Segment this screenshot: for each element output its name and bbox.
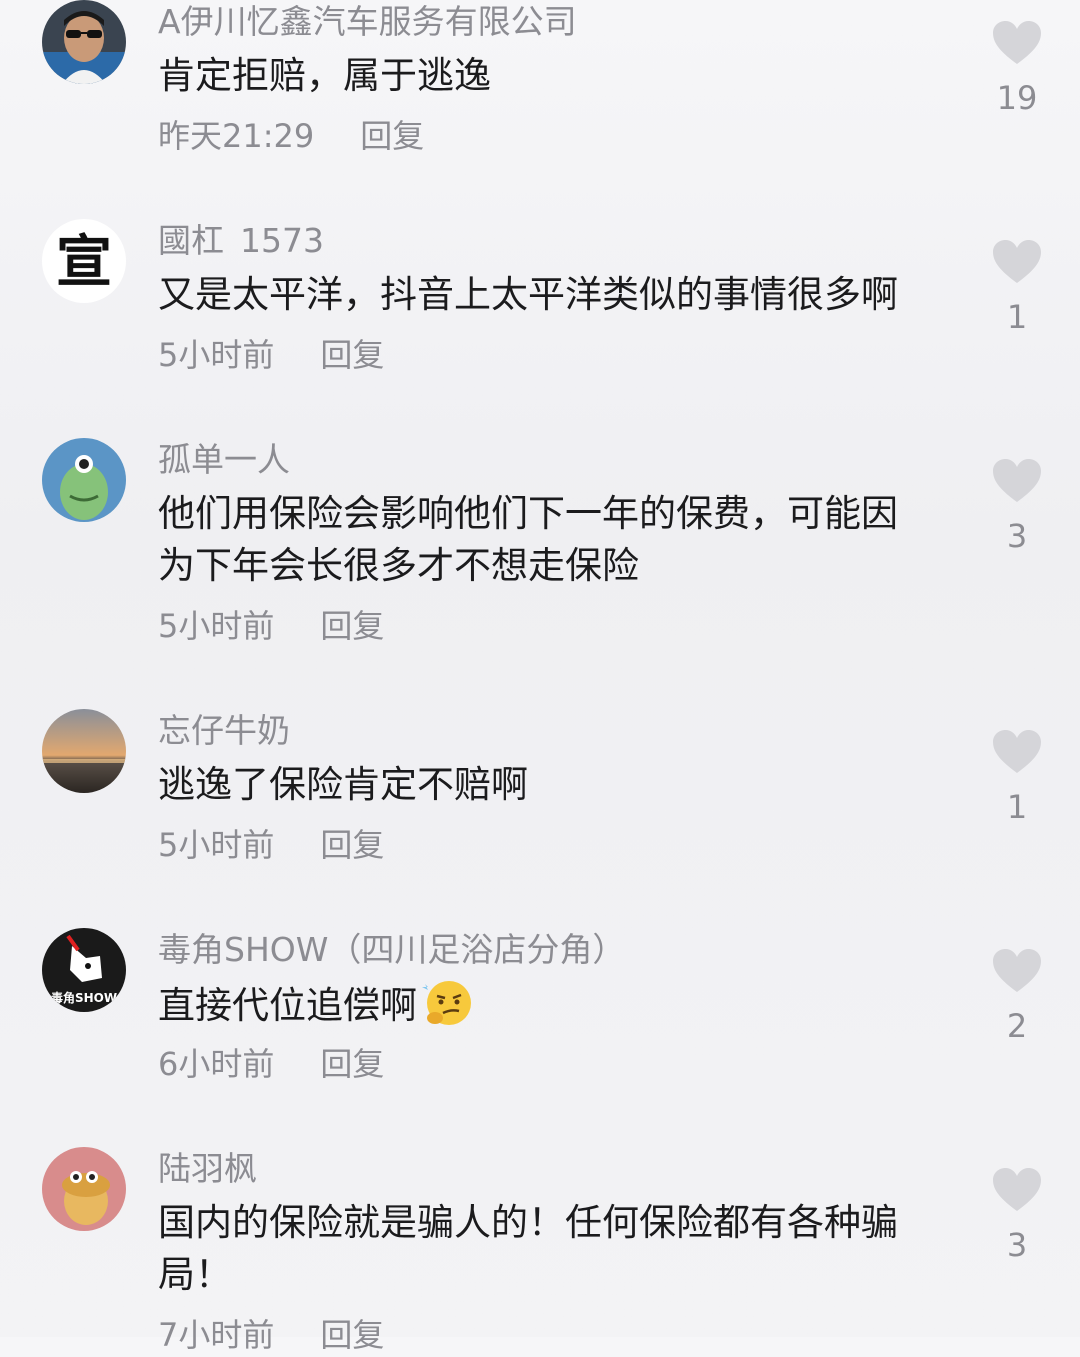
thinking-smirk-emoji: [422, 981, 471, 1025]
user-badge: 1573: [240, 221, 324, 260]
timestamp: 5小时前: [158, 336, 275, 374]
comment-meta: 5小时前 回复: [158, 823, 384, 867]
like-button[interactable]: 2: [986, 948, 1048, 1046]
reply-button[interactable]: 回复: [320, 1316, 384, 1354]
avatar-character: 宣: [56, 229, 112, 295]
like-count: 2: [1006, 1007, 1028, 1045]
like-button[interactable]: 19: [986, 20, 1048, 118]
avatar[interactable]: [42, 438, 126, 522]
username-text[interactable]: A伊川忆鑫汽车服务有限公司: [158, 2, 577, 41]
like-count: 3: [1006, 1226, 1028, 1264]
like-count: 19: [996, 79, 1038, 117]
username[interactable]: 毒角SHOW（四川足浴店分角）: [158, 928, 625, 972]
reply-button[interactable]: 回复: [320, 1045, 384, 1083]
like-button[interactable]: 3: [986, 458, 1048, 556]
avatar[interactable]: [42, 1147, 126, 1231]
comment-meta: 5小时前 回复: [158, 604, 384, 648]
username-text[interactable]: 國杠: [158, 221, 224, 260]
avatar[interactable]: [42, 0, 126, 84]
reply-button[interactable]: 回复: [320, 607, 384, 645]
like-button[interactable]: 1: [986, 239, 1048, 337]
avatar-bread-cartoon: [42, 1147, 126, 1231]
comment-meta: 7小时前 回复: [158, 1313, 384, 1357]
comment-text-line: 为下年会长很多才不想走保险: [158, 544, 639, 587]
avatar-sunset-photo: [42, 709, 126, 793]
timestamp: 5小时前: [158, 607, 275, 645]
comment-text-line: 他们用保险会影响他们下一年的保费，可能因: [158, 492, 898, 535]
heart-icon: [993, 459, 1041, 502]
heart-icon: [993, 949, 1041, 992]
username-text[interactable]: 忘仔牛奶: [158, 711, 290, 750]
timestamp: 5小时前: [158, 826, 275, 864]
comment-text-line: 又是太平洋，抖音上太平洋类似的事情很多啊: [158, 273, 898, 316]
username[interactable]: 陆羽枫: [158, 1147, 257, 1191]
avatar[interactable]: 宣: [42, 219, 126, 303]
like-button[interactable]: 3: [986, 1167, 1048, 1265]
username[interactable]: A伊川忆鑫汽车服务有限公司: [158, 0, 577, 44]
avatar[interactable]: 毒角SHOW: [42, 928, 126, 1012]
username[interactable]: 國杠 1573: [158, 219, 324, 263]
avatar-green-cartoon: [42, 438, 126, 522]
reply-button[interactable]: 回复: [320, 336, 384, 374]
comment-text-span: 直接代位追偿啊: [158, 984, 417, 1027]
comment-meta: 5小时前 回复: [158, 333, 384, 377]
like-count: 1: [1006, 788, 1028, 826]
timestamp: 昨天21:29: [158, 117, 315, 155]
like-count: 1: [1006, 298, 1028, 336]
comment-text: 肯定拒赔，属于逃逸: [158, 50, 958, 102]
reply-button[interactable]: 回复: [320, 826, 384, 864]
comment-meta: 昨天21:29 回复: [158, 114, 424, 158]
comment-text-line: 直接代位追偿啊: [158, 978, 958, 1032]
username[interactable]: 孤单一人: [158, 438, 290, 482]
comment-text-line: 局！: [158, 1253, 232, 1296]
heart-icon: [993, 21, 1041, 64]
timestamp: 7小时前: [158, 1316, 275, 1354]
avatar-unicorn-logo: 毒角SHOW: [42, 928, 126, 1012]
comment-text-line: 肯定拒赔，属于逃逸: [158, 54, 491, 97]
comment-text: 他们用保险会影响他们下一年的保费，可能因 为下年会长很多才不想走保险: [158, 488, 958, 592]
username-text[interactable]: 孤单一人: [158, 440, 290, 479]
like-button[interactable]: 1: [986, 729, 1048, 827]
comment-text: 又是太平洋，抖音上太平洋类似的事情很多啊: [158, 269, 958, 321]
comment-text: 直接代位追偿啊: [158, 978, 958, 1032]
username-text[interactable]: 毒角SHOW（四川足浴店分角）: [158, 930, 625, 969]
comment-text: 逃逸了保险肯定不赔啊: [158, 759, 958, 811]
username-text[interactable]: 陆羽枫: [158, 1149, 257, 1188]
reply-button[interactable]: 回复: [360, 117, 424, 155]
like-count: 3: [1006, 517, 1028, 555]
avatar-logo-text: 毒角SHOW: [51, 990, 117, 1005]
heart-icon: [993, 1168, 1041, 1211]
username[interactable]: 忘仔牛奶: [158, 709, 290, 753]
comment-meta: 6小时前 回复: [158, 1042, 384, 1086]
heart-icon: [993, 240, 1041, 283]
timestamp: 6小时前: [158, 1045, 275, 1083]
heart-icon: [993, 730, 1041, 773]
avatar-photo-man-sunglasses: [42, 0, 126, 84]
comment-text-line: 国内的保险就是骗人的！任何保险都有各种骗: [158, 1201, 898, 1244]
avatar-calligraphy: 宣: [42, 219, 126, 303]
comment-text-line: 逃逸了保险肯定不赔啊: [158, 763, 528, 806]
avatar[interactable]: [42, 709, 126, 793]
comment-text: 国内的保险就是骗人的！任何保险都有各种骗 局！: [158, 1197, 958, 1301]
